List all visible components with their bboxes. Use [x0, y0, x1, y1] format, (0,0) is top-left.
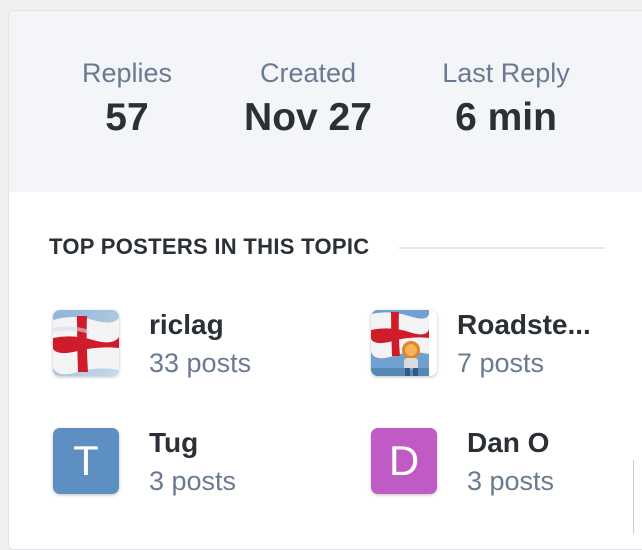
poster-name[interactable]: Roadste... [457, 308, 591, 342]
topic-stats-band: Replies 57 Created Nov 27 Last Reply 6 m… [9, 11, 642, 192]
created-value[interactable]: Nov 27 [198, 95, 418, 141]
poster-post-count: 7 posts [457, 348, 545, 378]
england-flag-lion-image [371, 310, 429, 376]
avatar-letter: D [388, 437, 420, 484]
avatar[interactable]: T [53, 428, 119, 494]
poster-name[interactable]: Tug [149, 426, 198, 460]
avatar[interactable] [53, 310, 119, 376]
created-label: Created [259, 58, 357, 88]
topic-summary-card: Replies 57 Created Nov 27 Last Reply 6 m… [8, 10, 642, 550]
last-reply-stat: Last Reply 6 min [396, 57, 616, 141]
avatar[interactable] [371, 310, 437, 376]
poster-post-count: 33 posts [149, 348, 252, 378]
created-stat: Created Nov 27 [198, 57, 418, 141]
poster-post-count: 3 posts [149, 466, 237, 496]
window-edge [633, 460, 634, 534]
poster-name[interactable]: riclag [149, 308, 224, 342]
last-reply-value[interactable]: 6 min [396, 95, 616, 141]
heading-divider [399, 247, 605, 249]
avatar[interactable]: D [371, 428, 437, 494]
england-flag-image [53, 310, 119, 376]
top-posters-heading: TOP POSTERS IN THIS TOPIC [49, 234, 370, 259]
last-reply-label: Last Reply [442, 58, 570, 88]
poster-name[interactable]: Dan O [467, 426, 549, 460]
poster-post-count: 3 posts [467, 466, 555, 496]
avatar-letter: T [73, 437, 99, 484]
